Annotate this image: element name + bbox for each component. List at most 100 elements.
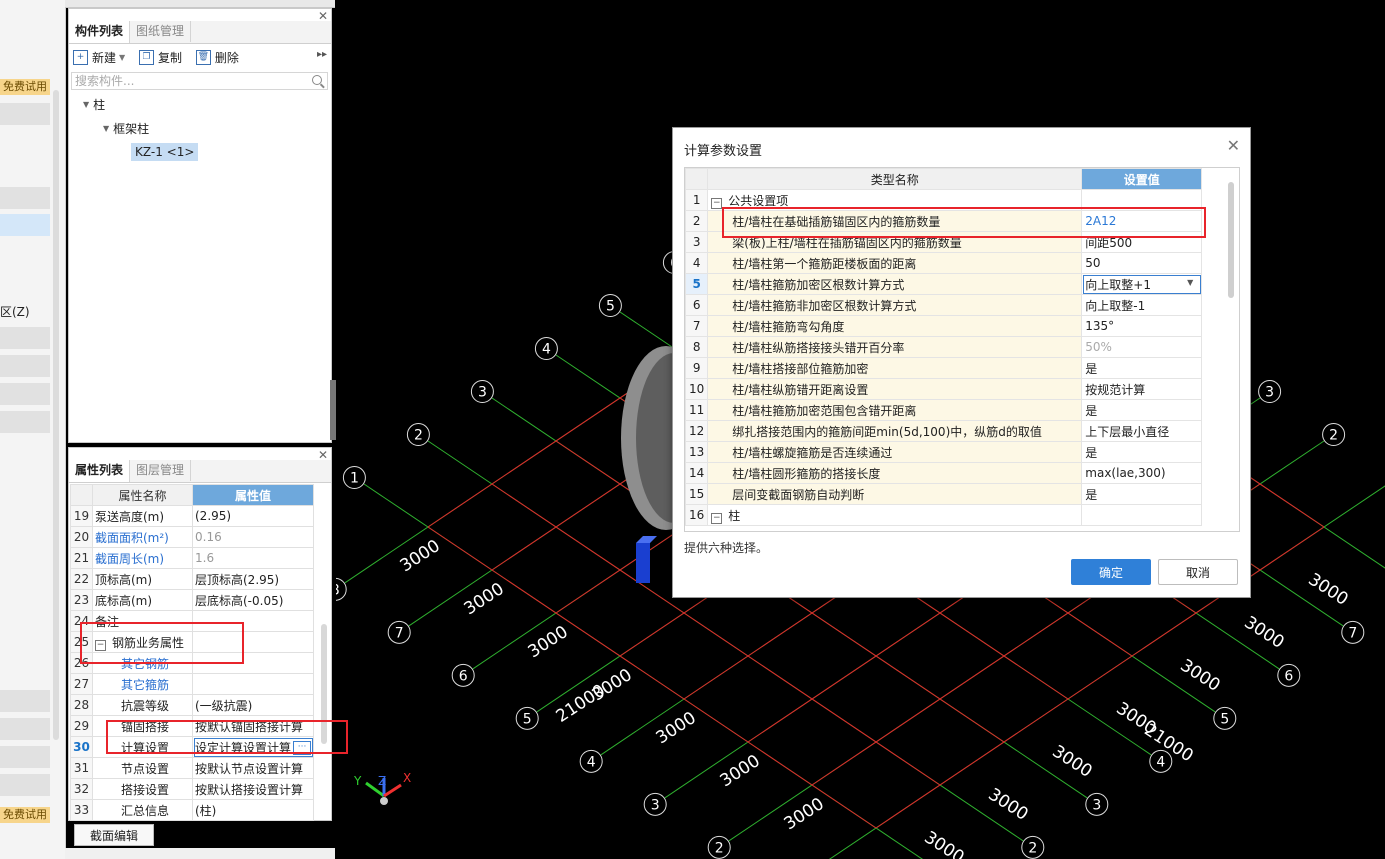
sidebar-scrollbar[interactable] xyxy=(53,90,59,740)
table-row[interactable]: 19 泵送高度(m) (2.95) xyxy=(70,505,315,527)
triad-x-label: X xyxy=(403,771,411,785)
tab-component-list[interactable]: 构件列表 xyxy=(69,21,131,43)
left-sidebar: 免费试用 区(Z) 免费试用 xyxy=(0,0,66,859)
table-row[interactable]: 33 汇总信息 (柱) xyxy=(70,799,315,821)
sidebar-item[interactable] xyxy=(0,690,50,712)
triad-origin xyxy=(380,797,388,805)
table-row[interactable]: 21 截面周长(m) 1.6 xyxy=(70,547,315,569)
sidebar-item[interactable] xyxy=(0,411,50,433)
table-row[interactable]: 22 顶标高(m) 层顶标高(2.95) xyxy=(70,568,315,590)
collapse-icon[interactable]: − xyxy=(711,197,723,209)
free-trial-badge[interactable]: 免费试用 xyxy=(0,79,50,95)
param-grid: 类型名称 设置值 1− 公共设置项 2 柱/墙柱在基础插筋锚固区内的箍筋数量 2A12… xyxy=(684,167,1240,532)
search-icon[interactable] xyxy=(312,75,322,85)
table-row[interactable]: 15 层间变截面钢筋自动判断是 xyxy=(685,483,1224,505)
sidebar-item[interactable] xyxy=(0,718,50,740)
axis-bubble-label: 3 xyxy=(1092,797,1101,813)
axis-bubble-label: 4 xyxy=(1156,754,1165,770)
table-row[interactable]: 8 柱/墙柱纵筋搭接接头错开百分率 50% xyxy=(685,336,1224,358)
collapse-icon[interactable]: − xyxy=(95,639,106,651)
cancel-button[interactable]: 取消 xyxy=(1158,559,1238,585)
axis-bubble-label: 2 xyxy=(715,840,724,856)
triad-y-label: Y xyxy=(353,774,362,788)
sidebar-item[interactable] xyxy=(0,383,50,405)
sidebar-item[interactable] xyxy=(0,327,50,349)
tree-node-frame-column[interactable]: ▼ 框架柱 xyxy=(103,119,149,137)
table-row[interactable]: 31 节点设置 按默认节点设置计算 xyxy=(70,757,315,779)
delete-button[interactable]: 🗑 删除 xyxy=(195,47,239,67)
table-row[interactable]: 3 梁(板)上柱/墙柱在插筋锚固区内的箍筋数量 间距500 xyxy=(685,231,1224,253)
table-row[interactable]: 14 柱/墙柱圆形箍筋的搭接长度 max(lae,300) xyxy=(685,462,1224,484)
table-row-group[interactable]: 16− 柱 xyxy=(685,504,1224,526)
column-kz1-top xyxy=(636,536,657,543)
table-row[interactable]: 9 柱/墙柱搭接部位箍筋加密是 xyxy=(685,357,1224,379)
table-row[interactable]: 2 柱/墙柱在基础插筋锚固区内的箍筋数量 2A12 xyxy=(685,210,1224,232)
table-row[interactable]: 28 抗震等级 (一级抗震) xyxy=(70,694,315,716)
table-row[interactable]: 6 柱/墙柱箍筋非加密区根数计算方式 向上取整-1 xyxy=(685,294,1224,316)
close-icon[interactable]: ✕ xyxy=(1227,136,1240,155)
ok-button[interactable]: 确定 xyxy=(1071,559,1151,585)
table-row[interactable]: 11 柱/墙柱箍筋加密范围包含错开距离是 xyxy=(685,399,1224,421)
table-row-group[interactable]: 1− 公共设置项 xyxy=(685,189,1224,211)
table-row[interactable]: 20 截面面积(m²) 0.16 xyxy=(70,526,315,548)
table-row[interactable]: 23 底标高(m) 层底标高(-0.05) xyxy=(70,589,315,611)
header-setting-value: 设置值 xyxy=(1081,168,1203,190)
tab-layer-management[interactable]: 图层管理 xyxy=(130,460,192,481)
expand-triangle-icon[interactable]: ▼ xyxy=(83,100,89,109)
sidebar-item[interactable] xyxy=(0,746,50,768)
collapse-icon[interactable]: − xyxy=(711,512,723,524)
table-row[interactable]: 12 绑扎搭接范围内的箍筋间距min(5d,100)中，纵筋d的取值 上下层最小直径 xyxy=(685,420,1224,442)
dimension-label: 3000 xyxy=(1240,613,1287,653)
table-row-selected[interactable]: 5 柱/墙柱箍筋加密区根数计算方式 向上取整+1 ▼ xyxy=(685,273,1224,295)
header-type-name: 类型名称 xyxy=(707,168,1083,190)
chevron-down-icon[interactable]: ▼ xyxy=(119,53,125,62)
copy-button[interactable]: ❐ 复制 xyxy=(139,47,182,67)
toolbar-overflow-icon[interactable]: ▸▸ xyxy=(317,49,327,60)
property-scrollbar[interactable] xyxy=(321,624,327,744)
column-kz1[interactable] xyxy=(636,543,650,583)
new-button[interactable]: + 新建 ▼ xyxy=(73,47,125,67)
sidebar-item[interactable] xyxy=(0,774,50,796)
table-row-group[interactable]: 25− 钢筋业务属性 xyxy=(70,631,315,653)
expand-triangle-icon[interactable]: ▼ xyxy=(103,124,109,133)
axis-bubble-label: 2 xyxy=(414,428,423,444)
section-edit-button[interactable]: 截面编辑 xyxy=(74,824,154,846)
chevron-down-icon[interactable]: ▼ xyxy=(1187,278,1193,287)
table-row[interactable]: 13 柱/墙柱螺旋箍筋是否连续通过是 xyxy=(685,441,1224,463)
sidebar-item-selected[interactable] xyxy=(0,214,50,236)
axis-bubble-label: 1 xyxy=(350,471,359,487)
dimension-label: 3000 xyxy=(1048,742,1095,782)
dimension-label: 3000 xyxy=(525,622,572,662)
dialog-title: 计算参数设置 xyxy=(684,144,763,159)
tree-node-kz1[interactable]: KZ-1 <1> xyxy=(131,143,199,161)
free-trial-badge-bottom[interactable]: 免费试用 xyxy=(0,807,50,823)
table-row-selected[interactable]: 30 计算设置 设定计算设置计算 ··· xyxy=(70,736,315,758)
sidebar-item[interactable] xyxy=(0,103,50,125)
tab-drawing-management[interactable]: 图纸管理 xyxy=(130,21,192,42)
table-row[interactable]: 4 柱/墙柱第一个箍筋距楼板面的距离 50 xyxy=(685,252,1224,274)
ellipsis-button[interactable]: ··· xyxy=(293,741,312,755)
table-row[interactable]: 27 其它箍筋 xyxy=(70,673,315,695)
sidebar-item[interactable] xyxy=(0,355,50,377)
dimension-label: 3000 xyxy=(653,708,700,748)
sidebar-item[interactable] xyxy=(0,187,50,209)
table-row[interactable]: 29 锚固搭接 按默认锚固搭接计算 xyxy=(70,715,315,737)
table-row[interactable]: 7 柱/墙柱箍筋弯勾角度 135° xyxy=(685,315,1224,337)
triad-z-label: Z xyxy=(378,774,386,788)
table-row[interactable]: 24 备注 xyxy=(70,610,315,632)
dialog-scrollbar[interactable] xyxy=(1228,182,1234,298)
tab-property-list[interactable]: 属性列表 xyxy=(69,460,131,482)
zone-label[interactable]: 区(Z) xyxy=(0,303,30,320)
dimension-label: 3000 xyxy=(1176,656,1223,696)
table-row[interactable]: 26 其它钢筋 xyxy=(70,652,315,674)
calc-setting-value: 设定计算设置计算 xyxy=(195,740,292,755)
component-toolbar: + 新建 ▼ ❐ 复制 🗑 删除 ▸▸ xyxy=(73,47,329,67)
table-row[interactable]: 32 搭接设置 按默认搭接设置计算 xyxy=(70,778,315,800)
calc-method-select[interactable]: 向上取整+1 ▼ xyxy=(1081,273,1203,295)
search-input[interactable] xyxy=(72,73,298,89)
table-row[interactable]: 10 柱/墙柱纵筋错开距离设置 按规范计算 xyxy=(685,378,1224,400)
axis-bubble-label: 6 xyxy=(1284,668,1293,684)
tree-node-column[interactable]: ▼ 柱 xyxy=(83,95,105,113)
calc-param-dialog: 计算参数设置 ✕ 类型名称 设置值 1− 公共设置项 2 柱/墙柱在基础插筋锚固区内… xyxy=(672,127,1251,598)
property-table: 属性名称 属性值 19 泵送高度(m) (2.95) 20 截面面积(m²) 0.16 … xyxy=(70,484,315,821)
